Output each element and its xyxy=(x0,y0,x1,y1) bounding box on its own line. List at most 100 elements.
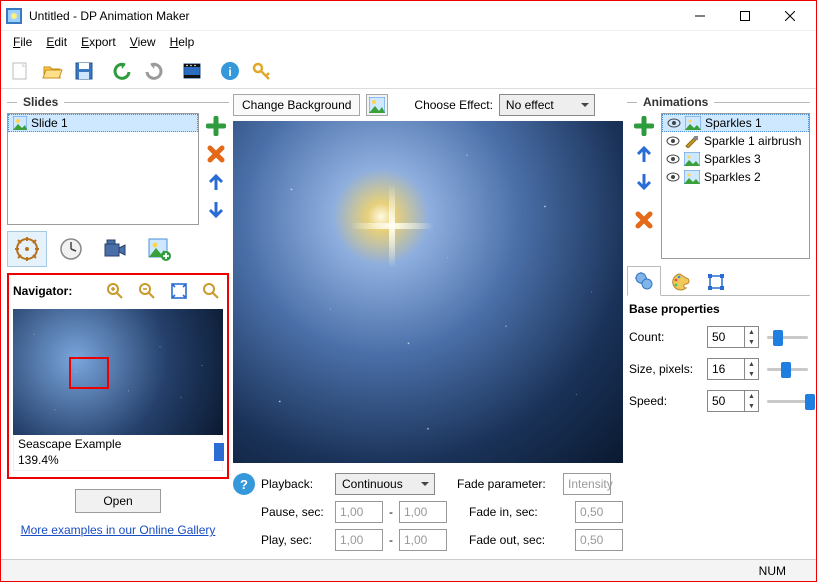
animations-list[interactable]: Sparkles 1 Sparkle 1 airbrush Sparkles 3 Sp… xyxy=(661,113,810,259)
close-button[interactable] xyxy=(767,2,812,30)
fadeout-input[interactable]: 0,50 xyxy=(575,529,623,551)
size-input[interactable]: 16▲▼ xyxy=(707,358,759,380)
zoom-out-button[interactable] xyxy=(135,279,159,303)
body: Slides Slide 1 Navigator: xyxy=(1,89,816,559)
delete-animation-button[interactable] xyxy=(631,207,657,233)
playback-mode-select[interactable]: Continuous xyxy=(335,473,435,495)
zoom-100-button[interactable] xyxy=(199,279,223,303)
slide-down-button[interactable] xyxy=(203,197,229,223)
properties-title: Base properties xyxy=(629,302,808,316)
slides-header: Slides xyxy=(7,95,229,109)
airbrush-icon xyxy=(684,134,700,148)
animation-item[interactable]: Sparkles 1 xyxy=(662,114,809,132)
animation-item[interactable]: Sparkles 3 xyxy=(662,150,809,168)
thumbnail-zoom: 139.4% xyxy=(18,453,218,469)
status-num: NUM xyxy=(759,564,786,578)
animation-label: Sparkle 1 airbrush xyxy=(704,134,801,148)
navigator-label: Navigator: xyxy=(13,284,72,298)
undo-button[interactable] xyxy=(107,56,137,86)
zoom-fit-button[interactable] xyxy=(167,279,191,303)
visibility-icon[interactable] xyxy=(667,116,681,130)
maximize-button[interactable] xyxy=(722,2,767,30)
canvas[interactable] xyxy=(233,121,623,463)
slide-label: Slide 1 xyxy=(31,116,68,130)
app-icon xyxy=(5,7,23,25)
online-gallery-link[interactable]: More examples in our Online Gallery xyxy=(21,523,216,537)
play-start-input[interactable]: 1,00 xyxy=(335,529,383,551)
size-slider[interactable] xyxy=(767,360,808,378)
navigator-viewport-rect[interactable] xyxy=(69,357,109,389)
slides-buttons xyxy=(203,113,229,225)
animation-label: Sparkles 3 xyxy=(704,152,761,166)
animation-down-button[interactable] xyxy=(631,169,657,195)
dash: - xyxy=(389,505,393,519)
effect-select[interactable]: No effect xyxy=(499,94,595,116)
redo-button[interactable] xyxy=(139,56,169,86)
navigator-thumbnail[interactable] xyxy=(13,309,223,435)
visibility-icon[interactable] xyxy=(666,134,680,148)
area-props-tab[interactable] xyxy=(699,266,733,296)
minimize-button[interactable] xyxy=(677,2,722,30)
count-slider[interactable] xyxy=(767,328,808,346)
fadein-label: Fade in, sec: xyxy=(469,505,569,519)
titlebar: Untitled - DP Animation Maker xyxy=(1,1,816,31)
menu-export[interactable]: Export xyxy=(75,33,122,51)
slide-item[interactable]: Slide 1 xyxy=(8,114,198,132)
open-example-button[interactable]: Open xyxy=(75,489,161,513)
playback-label: Playback: xyxy=(261,477,329,491)
speed-label: Speed: xyxy=(629,394,699,408)
speed-input[interactable]: 50▲▼ xyxy=(707,390,759,412)
new-button[interactable] xyxy=(5,56,35,86)
fadein-input[interactable]: 0,50 xyxy=(575,501,623,523)
fade-parameter-label: Fade parameter: xyxy=(457,477,557,491)
add-image-tab[interactable] xyxy=(139,231,179,267)
menu-file[interactable]: File xyxy=(7,33,38,51)
pause-end-input[interactable]: 1,00 xyxy=(399,501,447,523)
speed-slider[interactable] xyxy=(767,392,808,410)
slides-list[interactable]: Slide 1 xyxy=(7,113,199,225)
add-slide-button[interactable] xyxy=(203,113,229,139)
star-glare xyxy=(362,196,422,256)
info-button[interactable]: i xyxy=(215,56,245,86)
base-props-tab[interactable] xyxy=(627,266,661,296)
thumbnail-title: Seascape Example xyxy=(18,437,218,453)
add-animation-button[interactable] xyxy=(631,113,657,139)
thumbnail-caption: Seascape Example 139.4% xyxy=(13,435,223,471)
caption-scrollbar[interactable] xyxy=(214,443,224,461)
effect-icon xyxy=(685,116,701,130)
save-button[interactable] xyxy=(69,56,99,86)
size-label: Size, pixels: xyxy=(629,362,699,376)
navigator-tab[interactable] xyxy=(7,231,47,267)
delete-slide-button[interactable] xyxy=(203,141,229,167)
animation-item[interactable]: Sparkles 2 xyxy=(662,168,809,186)
slide-up-button[interactable] xyxy=(203,169,229,195)
visibility-icon[interactable] xyxy=(666,152,680,166)
camera-tab[interactable] xyxy=(95,231,135,267)
open-button[interactable] xyxy=(37,56,67,86)
key-button[interactable] xyxy=(247,56,277,86)
export-video-button[interactable] xyxy=(177,56,207,86)
timing-tab[interactable] xyxy=(51,231,91,267)
fadeout-label: Fade out, sec: xyxy=(469,533,569,547)
window-title: Untitled - DP Animation Maker xyxy=(29,9,677,23)
pause-start-input[interactable]: 1,00 xyxy=(335,501,383,523)
right-panel: Animations Sparkles 1Sparkle 1 airbrushS… xyxy=(627,93,810,557)
play-end-input[interactable]: 1,00 xyxy=(399,529,447,551)
fade-parameter-input[interactable]: Intensity xyxy=(563,473,611,495)
background-thumb-button[interactable] xyxy=(366,94,388,116)
choose-effect-label: Choose Effect: xyxy=(414,98,493,112)
animation-up-button[interactable] xyxy=(631,141,657,167)
menu-view[interactable]: View xyxy=(124,33,162,51)
visibility-icon[interactable] xyxy=(666,170,680,184)
count-input[interactable]: 50▲▼ xyxy=(707,326,759,348)
change-background-button[interactable]: Change Background xyxy=(233,94,360,116)
animation-label: Sparkles 1 xyxy=(705,116,762,130)
menu-edit[interactable]: Edit xyxy=(40,33,73,51)
dash: - xyxy=(389,533,393,547)
color-props-tab[interactable] xyxy=(663,266,697,296)
menu-help[interactable]: Help xyxy=(164,33,201,51)
help-icon[interactable]: ? xyxy=(233,473,255,495)
animation-item[interactable]: Sparkle 1 airbrush xyxy=(662,132,809,150)
zoom-in-button[interactable] xyxy=(103,279,127,303)
properties-body: Base properties Count: 50▲▼ Size, pixels… xyxy=(627,296,810,428)
